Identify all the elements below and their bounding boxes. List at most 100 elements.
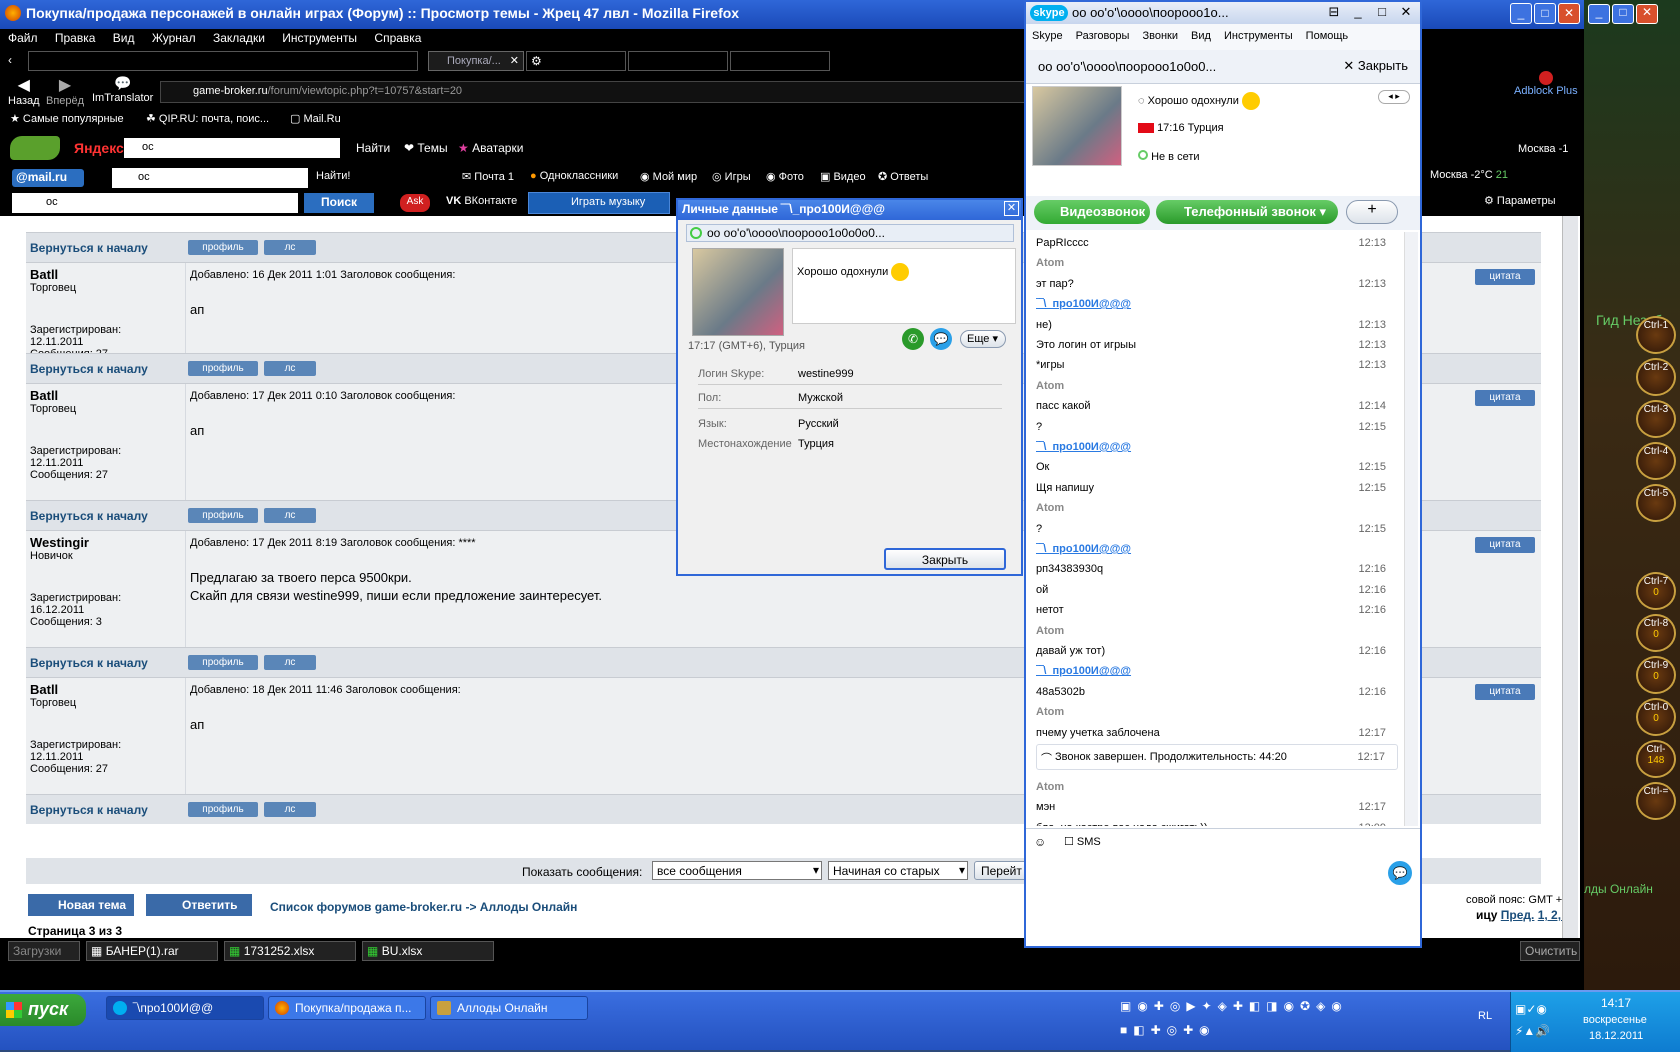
answers-button[interactable]: ✪ Ответы xyxy=(878,170,928,183)
new-topic-button[interactable]: Новая тема xyxy=(28,894,134,916)
phone-call-button[interactable]: Телефонный звонок ▾ xyxy=(1156,200,1338,224)
skype-menu-help[interactable]: Помощь xyxy=(1306,30,1349,42)
message-author-link[interactable]: ‾‾\_про100И@@@ xyxy=(1036,295,1398,315)
send-message-icon[interactable]: 💬 xyxy=(1388,861,1412,885)
menu-history[interactable]: Журнал xyxy=(152,31,196,45)
menu-view[interactable]: Вид xyxy=(113,31,135,45)
taskbar-item-skype[interactable]: ‾\про100И@@ xyxy=(106,996,264,1020)
skill-slot[interactable]: Ctrl-0 0 xyxy=(1636,698,1676,736)
menu-bookmarks[interactable]: Закладки xyxy=(213,31,265,45)
profile-button[interactable]: профиль xyxy=(188,802,258,817)
toolbar-search-button[interactable]: Поиск xyxy=(304,193,374,213)
close-conversation-button[interactable]: ✕ Закрыть xyxy=(1343,58,1408,74)
skill-slot[interactable]: Ctrl-1 xyxy=(1636,316,1676,354)
language-indicator[interactable]: RL xyxy=(1478,1010,1492,1022)
game-close-button[interactable]: ✕ xyxy=(1636,4,1658,24)
video-call-button[interactable]: Видеозвонок xyxy=(1034,200,1150,224)
forward-button[interactable]: ▶ Вперёд xyxy=(46,75,84,107)
back-to-top-link[interactable]: Вернуться к началу xyxy=(30,803,148,817)
message-input[interactable] xyxy=(1030,855,1360,941)
emoticon-icon[interactable]: ☺ xyxy=(1034,835,1046,849)
clear-downloads-button[interactable]: Очистить xyxy=(1520,941,1580,961)
skype-maximize-button[interactable]: □ xyxy=(1372,4,1392,20)
tab-blank-2[interactable] xyxy=(628,51,728,71)
post-author[interactable]: Westingir xyxy=(30,535,181,550)
skype-menu-skype[interactable]: Skype xyxy=(1032,30,1063,42)
pm-button[interactable]: лс xyxy=(264,508,316,523)
skill-slot[interactable]: Ctrl-2 xyxy=(1636,358,1676,396)
pm-button[interactable]: лс xyxy=(264,240,316,255)
contact-avatar[interactable] xyxy=(1032,86,1122,166)
clock-time[interactable]: 14:17 xyxy=(1601,996,1631,1010)
skill-slot[interactable]: Ctrl- 148 xyxy=(1636,740,1676,778)
photo-button[interactable]: ◉ Фото xyxy=(766,170,804,183)
message-author-link[interactable]: ‾‾\_про100И@@@ xyxy=(1036,540,1398,560)
skype-menu-conversations[interactable]: Разговоры xyxy=(1076,30,1130,42)
tab-active[interactable]: Покупка/... ✕ xyxy=(428,51,524,71)
quote-button[interactable]: цитата xyxy=(1475,269,1535,285)
post-author[interactable]: Batll xyxy=(30,267,181,282)
add-button[interactable]: + xyxy=(1346,200,1398,224)
ff-maximize-button[interactable]: □ xyxy=(1534,3,1556,24)
back-to-top-link[interactable]: Вернуться к началу xyxy=(30,509,148,523)
pm-button[interactable]: лс xyxy=(264,361,316,376)
chat-scrollbar[interactable] xyxy=(1404,232,1418,826)
more-button[interactable]: Еще ▾ xyxy=(960,330,1006,348)
skill-slot[interactable]: Ctrl-9 0 xyxy=(1636,656,1676,694)
profile-button[interactable]: профиль xyxy=(188,240,258,255)
ff-close-button[interactable]: ✕ xyxy=(1558,3,1580,24)
params-button[interactable]: ⚙ Параметры xyxy=(1484,194,1556,207)
mail-button[interactable]: ✉ Почта 1 xyxy=(462,170,514,183)
skype-snap-button[interactable]: ⊟ xyxy=(1324,4,1344,20)
download-item[interactable]: ▦ 1731252.xlsx xyxy=(224,941,356,961)
music-player[interactable]: Играть музыку xyxy=(528,192,670,214)
chat-icon[interactable]: 💬 xyxy=(930,328,952,350)
skill-slot[interactable]: Ctrl-8 0 xyxy=(1636,614,1676,652)
toolbar-search-input[interactable]: ос xyxy=(12,193,298,213)
quick-launch-tray-icons[interactable]: ▣◉✚◎▶✦◈✚◧◨◉✪◈◉ ■◧✚◎✚◉ xyxy=(1120,994,1450,1046)
mymir-button[interactable]: ◉ Мой мир xyxy=(640,170,697,183)
skill-slot[interactable]: Ctrl-7 0 xyxy=(1636,572,1676,610)
message-author-link[interactable]: ‾‾\_про100И@@@ xyxy=(1036,438,1398,458)
game-minimize-button[interactable]: _ xyxy=(1588,4,1610,24)
skill-slot[interactable]: Ctrl-4 xyxy=(1636,442,1676,480)
odnoklassniki-button[interactable]: ● Одноклассники xyxy=(530,170,618,182)
quote-button[interactable]: цитата xyxy=(1475,537,1535,553)
game-maximize-button[interactable]: □ xyxy=(1612,4,1634,24)
video-button[interactable]: ▣ Видео xyxy=(820,170,866,183)
back-button[interactable]: ◀ Назад xyxy=(8,75,40,107)
profile-button[interactable]: профиль xyxy=(188,655,258,670)
start-button[interactable]: пуск xyxy=(0,994,86,1026)
skill-slot[interactable]: Ctrl-5 xyxy=(1636,484,1676,522)
yandex-themes-button[interactable]: ❤ Темы xyxy=(404,141,448,155)
yandex-search-input[interactable]: ос xyxy=(124,138,340,158)
mailru-find-button[interactable]: Найти! xyxy=(316,170,350,182)
games-button[interactable]: ◎ Игры xyxy=(712,170,751,183)
reply-button[interactable]: Ответить xyxy=(146,894,252,916)
weather-city[interactable]: Москва -1 xyxy=(1518,143,1568,155)
tab-blank-3[interactable] xyxy=(730,51,830,71)
bookmark-popular[interactable]: ★ Самые популярные xyxy=(10,112,124,125)
breadcrumb[interactable]: Список форумов game-broker.ru -> Аллоды … xyxy=(270,900,577,914)
dialog-close-icon[interactable]: ✕ xyxy=(1004,201,1019,216)
back-to-top-link[interactable]: Вернуться к началу xyxy=(30,241,148,255)
yandex-logo-icon[interactable] xyxy=(10,136,60,160)
mailru-brand[interactable]: @mail.ru xyxy=(12,169,84,187)
download-item[interactable]: ▦ БАНЕР(1).rar xyxy=(86,941,218,961)
pm-button[interactable]: лс xyxy=(264,655,316,670)
yandex-find-button[interactable]: Найти xyxy=(356,141,390,155)
mailru-search-input[interactable]: ос xyxy=(112,168,308,188)
order-select[interactable]: Начиная со старых ▾ xyxy=(828,861,968,880)
skill-slot[interactable]: Ctrl-3 xyxy=(1636,400,1676,438)
dialog-close-button[interactable]: Закрыть xyxy=(884,548,1006,570)
bookmark-mailru[interactable]: ▢ Mail.Ru xyxy=(290,112,341,125)
quote-button[interactable]: цитата xyxy=(1475,390,1535,406)
tab-blank[interactable] xyxy=(28,51,418,71)
downloads-label[interactable]: Загрузки xyxy=(8,941,80,961)
ask-icon[interactable]: Ask xyxy=(400,194,430,212)
profile-button[interactable]: профиль xyxy=(188,508,258,523)
skill-slot[interactable]: Ctrl-= xyxy=(1636,782,1676,820)
profile-nav-arrows[interactable]: ◂ ▸ xyxy=(1378,90,1410,104)
skype-menu-calls[interactable]: Звонки xyxy=(1142,30,1178,42)
skype-menu-tools[interactable]: Инструменты xyxy=(1224,30,1293,42)
